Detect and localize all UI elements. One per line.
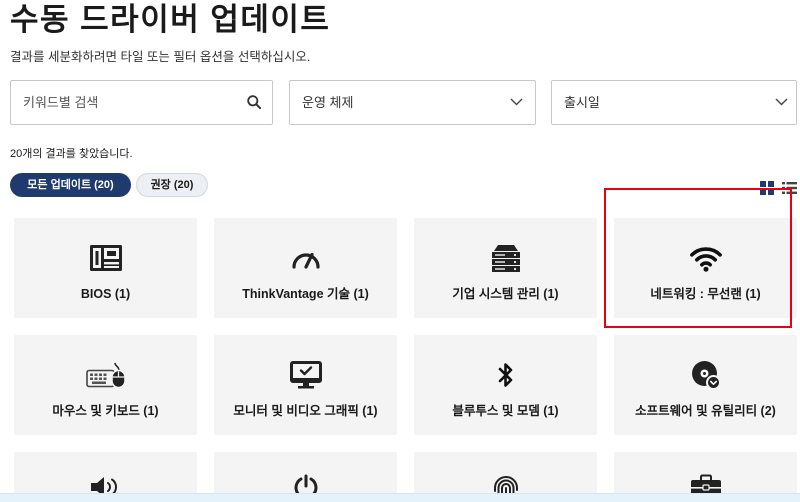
category-tile-thinkvantage[interactable]: ThinkVantage 기술 (1) bbox=[214, 218, 397, 318]
wifi-icon bbox=[614, 242, 797, 274]
tile-label: BIOS (1) bbox=[80, 287, 131, 301]
tile-grid: BIOS (1) ThinkVantage 기술 (1) 기업 시스템 관리 (… bbox=[14, 218, 797, 502]
bluetooth-icon bbox=[414, 359, 597, 391]
grid-view-icon[interactable] bbox=[760, 181, 774, 195]
tile-label: 모니터 및 비디오 그래픽 (1) bbox=[233, 404, 378, 418]
search-field[interactable] bbox=[10, 80, 273, 125]
chevron-down-icon bbox=[510, 98, 523, 106]
search-icon[interactable] bbox=[247, 95, 261, 109]
release-date-dropdown-label: 출시일 bbox=[564, 95, 600, 110]
keyboard-mouse-icon bbox=[14, 359, 197, 391]
search-input[interactable] bbox=[11, 81, 272, 124]
tile-label: 기업 시스템 관리 (1) bbox=[452, 287, 559, 301]
tile-label: 블루투스 및 모뎀 (1) bbox=[452, 404, 559, 418]
monitor-check-icon bbox=[214, 359, 397, 391]
os-dropdown[interactable]: 운영 체제 bbox=[289, 80, 536, 125]
tile-label: ThinkVantage 기술 (1) bbox=[242, 287, 369, 301]
filter-pill-recommended[interactable]: 권장 (20) bbox=[136, 173, 208, 197]
server-icon bbox=[414, 242, 597, 274]
view-toggle bbox=[758, 180, 798, 196]
gauge-icon bbox=[214, 242, 397, 274]
page-subtitle: 결과를 세분화하려면 타일 또는 필터 옵션을 선택하십시오. bbox=[10, 50, 311, 64]
tile-label: 마우스 및 키보드 (1) bbox=[52, 404, 159, 418]
tile-label: 소프트웨어 및 유틸리티 (2) bbox=[635, 404, 776, 418]
category-tile-bios[interactable]: BIOS (1) bbox=[14, 218, 197, 318]
filter-pill-all[interactable]: 모든 업데이트 (20) bbox=[10, 173, 131, 197]
category-tile-enterprise-management[interactable]: 기업 시스템 관리 (1) bbox=[414, 218, 597, 318]
category-tile-bluetooth-modem[interactable]: 블루투스 및 모뎀 (1) bbox=[414, 335, 597, 435]
category-tile-networking-wireless[interactable]: 네트워킹 : 무선랜 (1) bbox=[614, 218, 797, 318]
results-count: 20개의 결과를 찾았습니다. bbox=[10, 148, 133, 160]
list-view-icon[interactable] bbox=[782, 182, 797, 194]
bottom-banner bbox=[0, 493, 800, 502]
os-dropdown-label: 운영 체제 bbox=[302, 95, 354, 110]
chevron-down-icon bbox=[775, 98, 788, 106]
disc-gear-icon bbox=[614, 359, 797, 391]
release-date-dropdown[interactable]: 출시일 bbox=[551, 80, 797, 125]
tile-label: 네트워킹 : 무선랜 (1) bbox=[650, 287, 761, 301]
page-title: 수동 드라이버 업데이트 bbox=[10, 2, 331, 37]
category-tile-mouse-keyboard[interactable]: 마우스 및 키보드 (1) bbox=[14, 335, 197, 435]
category-tile-monitor-video[interactable]: 모니터 및 비디오 그래픽 (1) bbox=[214, 335, 397, 435]
category-tile-software-utilities[interactable]: 소프트웨어 및 유틸리티 (2) bbox=[614, 335, 797, 435]
motherboard-icon bbox=[14, 242, 197, 274]
